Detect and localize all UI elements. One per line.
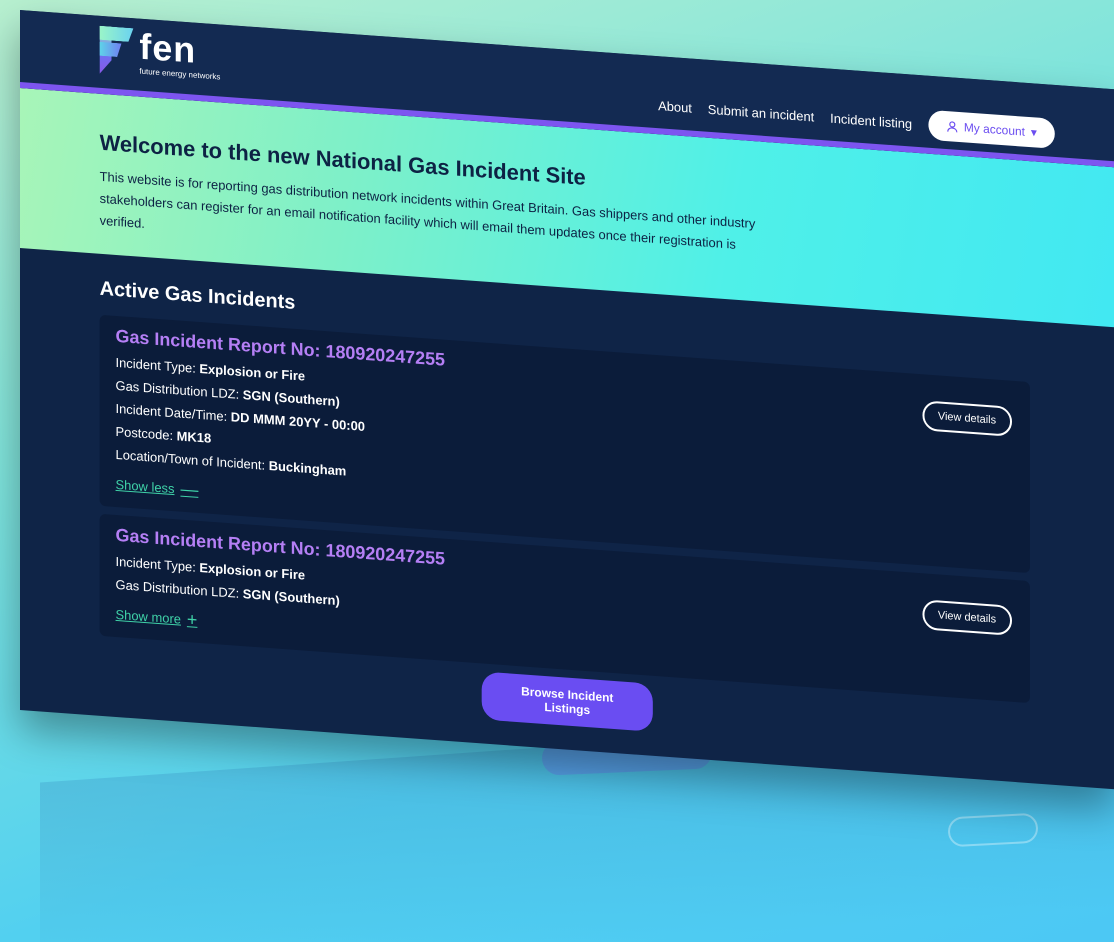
reflection-view-button (947, 812, 1039, 848)
screen: fen future energy networks About Submit … (20, 10, 1114, 790)
nav-about[interactable]: About (658, 98, 692, 115)
user-icon (946, 121, 958, 133)
view-details-button[interactable]: View details (921, 400, 1013, 437)
my-account-label: My account (963, 120, 1025, 139)
plus-icon: + (186, 609, 198, 630)
my-account-button[interactable]: My account ▾ (928, 109, 1055, 149)
show-less-link[interactable]: Show less — (116, 474, 199, 501)
view-details-button[interactable]: View details (921, 599, 1013, 636)
incidents-section: Active Gas Incidents Gas Incident Report… (20, 248, 1114, 765)
chevron-down-icon: ▾ (1030, 125, 1037, 140)
logo-name: fen (139, 25, 197, 71)
fen-logo[interactable]: fen future energy networks (100, 25, 220, 83)
fen-logo-icon (100, 26, 134, 76)
show-more-link[interactable]: Show more + (116, 604, 198, 631)
nav-submit-incident[interactable]: Submit an incident (708, 101, 814, 124)
minus-icon: — (180, 478, 199, 500)
browse-incident-listings-button[interactable]: Browse Incident Listings (481, 671, 653, 732)
nav-incident-listing[interactable]: Incident listing (830, 110, 912, 131)
